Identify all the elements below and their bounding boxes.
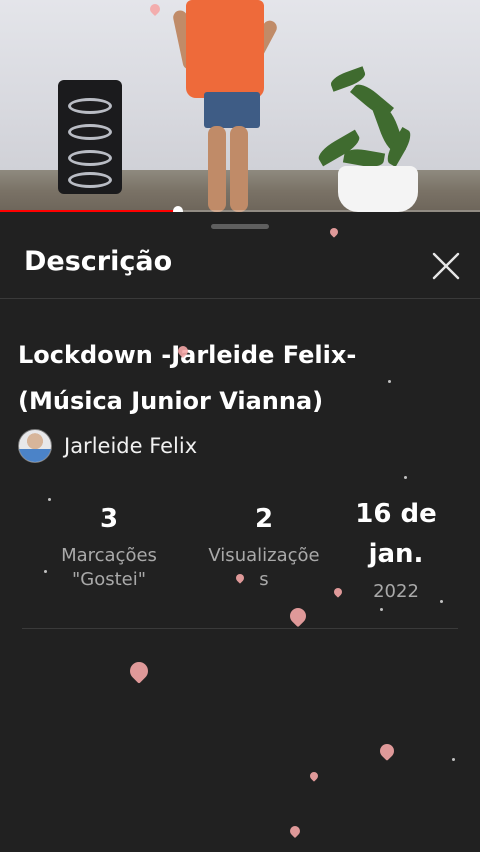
sheet-title: Descrição <box>24 246 173 277</box>
channel-avatar[interactable] <box>18 429 52 463</box>
video-player[interactable] <box>0 0 480 212</box>
video-frame-person-leg <box>230 126 248 212</box>
video-title: Lockdown -Jarleide Felix- (Música Junior… <box>18 341 357 415</box>
video-frame-person-shorts <box>204 92 260 128</box>
stats-row: 3 Marcações "Gostei" 2 Visualizaçõe s 16… <box>0 499 480 612</box>
progress-fill <box>0 210 178 212</box>
likes-label: Marcações "Gostei" <box>61 545 157 590</box>
progress-scrubber[interactable] <box>172 206 183 212</box>
close-icon <box>432 252 460 280</box>
views-count: 2 <box>254 504 274 534</box>
date-day-month: 16 de jan. <box>355 499 437 569</box>
date-stat: 16 de jan. 2022 <box>344 494 448 604</box>
likes-count: 3 <box>99 504 119 534</box>
video-frame-speaker <box>58 80 122 194</box>
description-sheet: Descrição Lockdown -Jarleide Felix- (Mús… <box>0 214 480 852</box>
date-year: 2022 <box>373 581 419 602</box>
views-stat: 2 Visualizaçõe s <box>198 502 330 592</box>
close-button[interactable] <box>426 246 466 286</box>
progress-bar[interactable] <box>0 206 480 212</box>
drag-handle[interactable] <box>211 224 269 229</box>
views-label: Visualizaçõe s <box>208 545 320 590</box>
video-frame-person <box>186 0 264 98</box>
video-frame-person-leg <box>208 126 226 212</box>
screen: Descrição Lockdown -Jarleide Felix- (Mús… <box>0 0 480 852</box>
channel-link[interactable]: Jarleide Felix <box>18 428 197 464</box>
likes-stat: 3 Marcações "Gostei" <box>44 502 174 592</box>
video-frame-pot <box>338 166 418 212</box>
stats-divider <box>22 628 458 629</box>
channel-name[interactable]: Jarleide Felix <box>64 434 197 458</box>
header-divider <box>0 298 480 299</box>
